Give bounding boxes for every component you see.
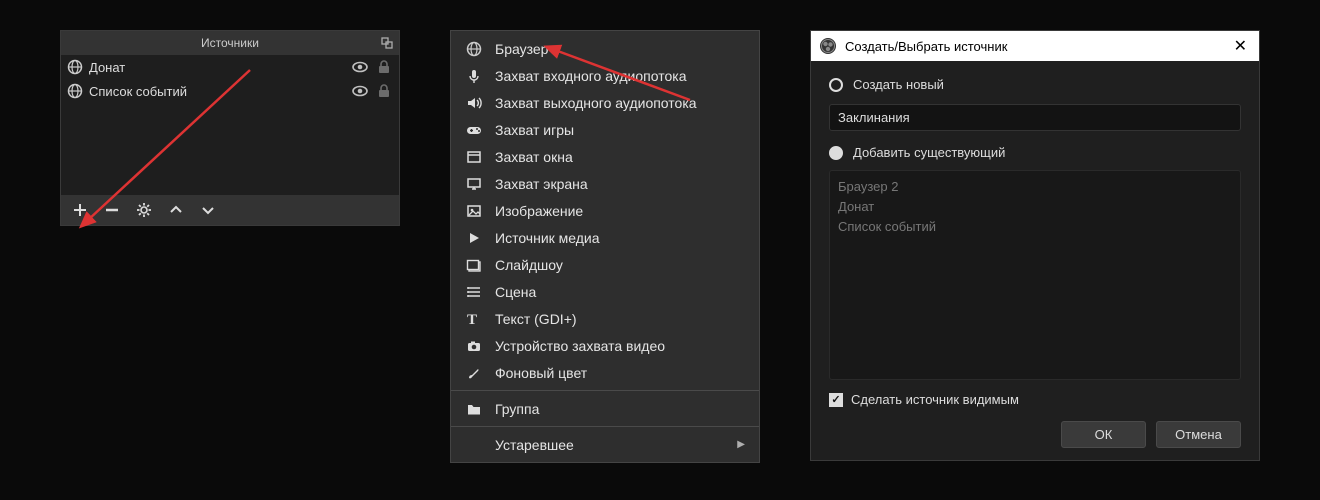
menu-item-window-capture[interactable]: Захват окна — [451, 143, 759, 170]
list-item[interactable]: Список событий — [838, 217, 1232, 237]
menu-item-label: Изображение — [495, 203, 583, 219]
source-label: Список событий — [89, 84, 345, 99]
menu-item-audio-output[interactable]: Захват выходного аудиопотока — [451, 89, 759, 116]
play-icon — [465, 230, 483, 246]
close-button[interactable]: ✕ — [1230, 36, 1251, 56]
cancel-button[interactable]: Отмена — [1156, 421, 1241, 448]
menu-item-label: Устаревшее — [495, 437, 574, 453]
dialog-title: Создать/Выбрать источник — [845, 39, 1007, 54]
menu-item-label: Браузер — [495, 41, 548, 57]
dialog-button-row: ОК Отмена — [829, 421, 1241, 448]
menu-item-label: Захват выходного аудиопотока — [495, 95, 697, 111]
lock-toggle[interactable] — [375, 59, 393, 75]
menu-item-group[interactable]: Группа — [451, 395, 759, 422]
ok-button[interactable]: ОК — [1061, 421, 1146, 448]
menu-item-label: Захват окна — [495, 149, 573, 165]
menu-item-label: Устройство захвата видео — [495, 338, 665, 354]
folder-icon — [465, 401, 483, 417]
slides-icon — [465, 257, 483, 273]
menu-item-game-capture[interactable]: Захват игры — [451, 116, 759, 143]
source-row[interactable]: Донат — [61, 55, 399, 79]
menu-item-slideshow[interactable]: Слайдшоу — [451, 251, 759, 278]
brush-icon — [465, 365, 483, 381]
submenu-arrow-icon: ▶ — [737, 439, 745, 450]
menu-item-image[interactable]: Изображение — [451, 197, 759, 224]
obs-logo-icon — [819, 37, 837, 55]
menu-item-label: Захват игры — [495, 122, 574, 138]
globe-icon — [67, 83, 83, 99]
lock-toggle[interactable] — [375, 83, 393, 99]
menu-item-media[interactable]: Источник медиа — [451, 224, 759, 251]
globe-icon — [465, 41, 483, 57]
sources-panel-title: Источники — [61, 36, 399, 50]
move-down-button[interactable] — [199, 201, 217, 219]
dialog-titlebar[interactable]: Создать/Выбрать источник ✕ — [811, 31, 1259, 61]
menu-item-text[interactable]: Текст (GDI+) — [451, 305, 759, 332]
add-source-button[interactable] — [71, 201, 89, 219]
radio-label: Создать новый — [853, 77, 944, 92]
menu-separator — [451, 426, 759, 427]
remove-source-button[interactable] — [103, 201, 121, 219]
radio-label: Добавить существующий — [853, 145, 1005, 160]
visibility-toggle[interactable] — [351, 60, 369, 74]
menu-item-label: Группа — [495, 401, 539, 417]
source-settings-button[interactable] — [135, 201, 153, 219]
menu-item-label: Фоновый цвет — [495, 365, 587, 381]
add-existing-radio[interactable]: Добавить существующий — [829, 145, 1241, 160]
menu-item-label: Текст (GDI+) — [495, 311, 577, 327]
menu-item-deprecated[interactable]: Устаревшее ▶ — [451, 431, 759, 458]
menu-item-label: Захват входного аудиопотока — [495, 68, 686, 84]
make-visible-checkbox[interactable]: ✓ Сделать источник видимым — [829, 392, 1241, 407]
mic-icon — [465, 68, 483, 84]
radio-icon — [829, 78, 843, 92]
source-name-input[interactable] — [829, 104, 1241, 131]
monitor-icon — [465, 176, 483, 192]
menu-item-browser[interactable]: Браузер — [451, 35, 759, 62]
gamepad-icon — [465, 122, 483, 138]
checkbox-icon: ✓ — [829, 393, 843, 407]
globe-icon — [67, 59, 83, 75]
sources-panel-header[interactable]: Источники — [61, 31, 399, 55]
menu-item-label: Сцена — [495, 284, 536, 300]
sources-toolbar — [61, 195, 399, 225]
speaker-icon — [465, 95, 483, 111]
move-up-button[interactable] — [167, 201, 185, 219]
camera-icon — [465, 338, 483, 354]
window-icon — [465, 149, 483, 165]
create-source-dialog: Создать/Выбрать источник ✕ Создать новый… — [810, 30, 1260, 461]
image-icon — [465, 203, 483, 219]
menu-item-scene[interactable]: Сцена — [451, 278, 759, 305]
source-row[interactable]: Список событий — [61, 79, 399, 103]
existing-sources-list[interactable]: Браузер 2 Донат Список событий — [829, 170, 1241, 380]
dialog-body: Создать новый Добавить существующий Брау… — [811, 61, 1259, 460]
list-icon — [465, 284, 483, 300]
menu-item-display-capture[interactable]: Захват экрана — [451, 170, 759, 197]
checkbox-label: Сделать источник видимым — [851, 392, 1019, 407]
menu-item-label: Источник медиа — [495, 230, 600, 246]
sources-panel: Источники Донат Список событий — [60, 30, 400, 226]
sources-list: Донат Список событий — [61, 55, 399, 195]
visibility-toggle[interactable] — [351, 84, 369, 98]
menu-separator — [451, 390, 759, 391]
menu-item-label: Захват экрана — [495, 176, 588, 192]
menu-item-audio-input[interactable]: Захват входного аудиопотока — [451, 62, 759, 89]
add-source-context-menu: Браузер Захват входного аудиопотока Захв… — [450, 30, 760, 463]
popout-icon[interactable] — [379, 35, 393, 49]
source-label: Донат — [89, 60, 345, 75]
menu-item-color[interactable]: Фоновый цвет — [451, 359, 759, 386]
radio-icon — [829, 146, 843, 160]
menu-item-video-capture[interactable]: Устройство захвата видео — [451, 332, 759, 359]
text-icon — [465, 311, 483, 327]
list-item[interactable]: Донат — [838, 197, 1232, 217]
create-new-radio[interactable]: Создать новый — [829, 77, 1241, 92]
menu-item-label: Слайдшоу — [495, 257, 563, 273]
list-item[interactable]: Браузер 2 — [838, 177, 1232, 197]
